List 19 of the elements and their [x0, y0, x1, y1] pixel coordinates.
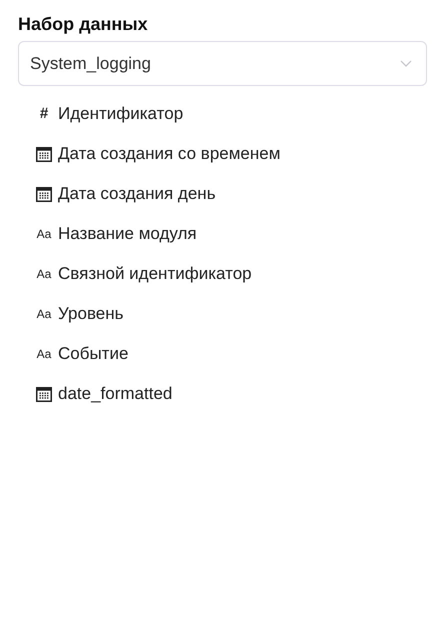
calendar-icon	[36, 186, 52, 202]
field-item[interactable]: Aa Название модуля	[36, 214, 425, 254]
field-item[interactable]: date_formatted	[36, 374, 425, 414]
field-item[interactable]: Дата создания день	[36, 174, 425, 214]
chevron-down-icon	[400, 60, 412, 67]
text-type-icon: Aa	[36, 225, 52, 243]
field-item[interactable]: Aa Связной идентификатор	[36, 254, 425, 294]
section-title: Набор данных	[18, 13, 149, 36]
text-type-icon: Aa	[36, 265, 52, 283]
field-item[interactable]: # Идентификатор	[36, 94, 425, 134]
field-item[interactable]: Дата создания со временем	[36, 134, 425, 174]
field-item[interactable]: Aa Событие	[36, 334, 425, 374]
dataset-select[interactable]: System_logging	[18, 41, 427, 86]
text-type-icon: Aa	[36, 345, 52, 363]
calendar-icon	[36, 386, 52, 402]
text-type-icon: Aa	[36, 305, 52, 323]
number-type-icon: #	[36, 102, 52, 126]
calendar-icon	[36, 146, 52, 162]
field-item[interactable]: Aa Уровень	[36, 294, 425, 334]
